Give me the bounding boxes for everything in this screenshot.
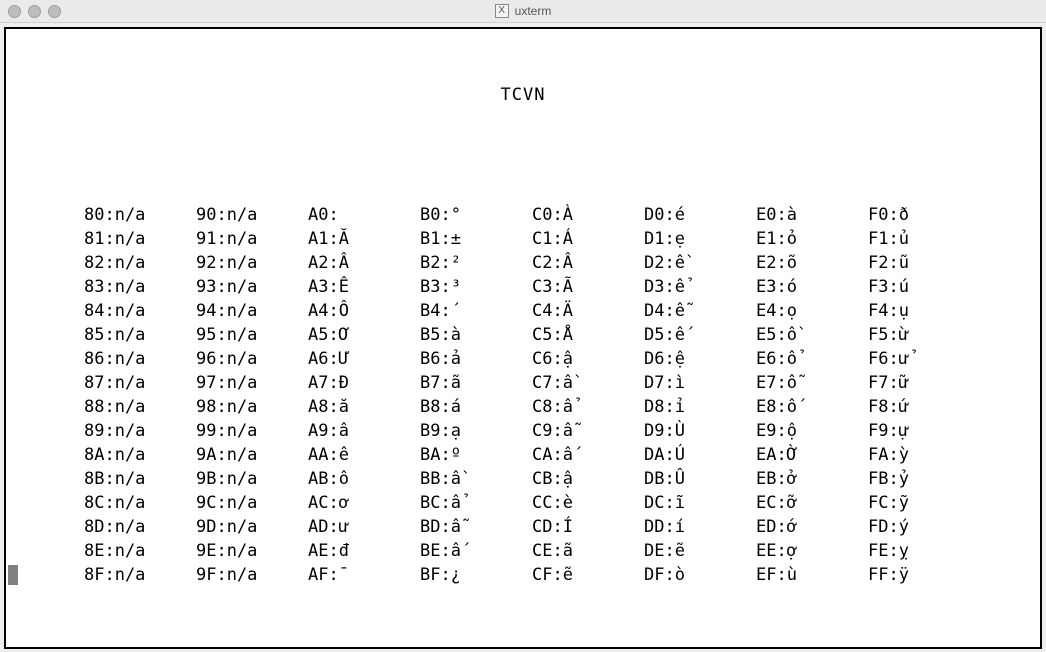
charmap-column: D0:é D1:ẹ D2:ề D3:ể D4:ễ D5:ế D6:ệ D7:ì … [644, 203, 756, 587]
charmap-column: B0:° B1:± B2:² B3:³ B4:´ B5:à B6:ả B7:ã … [420, 203, 532, 587]
charmap-column: E0:à E1:ỏ E2:õ E3:ó E4:ọ E5:ồ E6:ổ E7:ỗ … [756, 203, 868, 587]
window-title-text: uxterm [515, 4, 552, 18]
terminal-cursor [8, 565, 18, 585]
minimize-window-button[interactable] [28, 5, 41, 18]
zoom-window-button[interactable] [48, 5, 61, 18]
window-title: X uxterm [0, 4, 1046, 18]
encoding-heading: TCVN [14, 83, 1032, 107]
charmap-column: A0: A1:Ă A2:Â A3:Ê A4:Ô A5:Ơ A6:Ư A7:Đ A… [308, 203, 420, 587]
charmap-grid: 80:n/a 81:n/a 82:n/a 83:n/a 84:n/a 85:n/… [84, 203, 1032, 587]
window-controls [0, 5, 61, 18]
terminal[interactable]: TCVN 80:n/a 81:n/a 82:n/a 83:n/a 84:n/a … [4, 27, 1042, 649]
x11-icon: X [495, 4, 509, 18]
charmap-column: C0:À C1:Á C2:Â C3:Ã C4:Ä C5:Å C6:ậ C7:ầ … [532, 203, 644, 587]
charmap-column: 80:n/a 81:n/a 82:n/a 83:n/a 84:n/a 85:n/… [84, 203, 196, 587]
window-titlebar: X uxterm [0, 0, 1046, 23]
close-window-button[interactable] [8, 5, 21, 18]
charmap-column: F0:ð F1:ủ F2:ũ F3:ú F4:ụ F5:ừ F6:ử F7:ữ … [868, 203, 980, 587]
charmap-column: 90:n/a 91:n/a 92:n/a 93:n/a 94:n/a 95:n/… [196, 203, 308, 587]
